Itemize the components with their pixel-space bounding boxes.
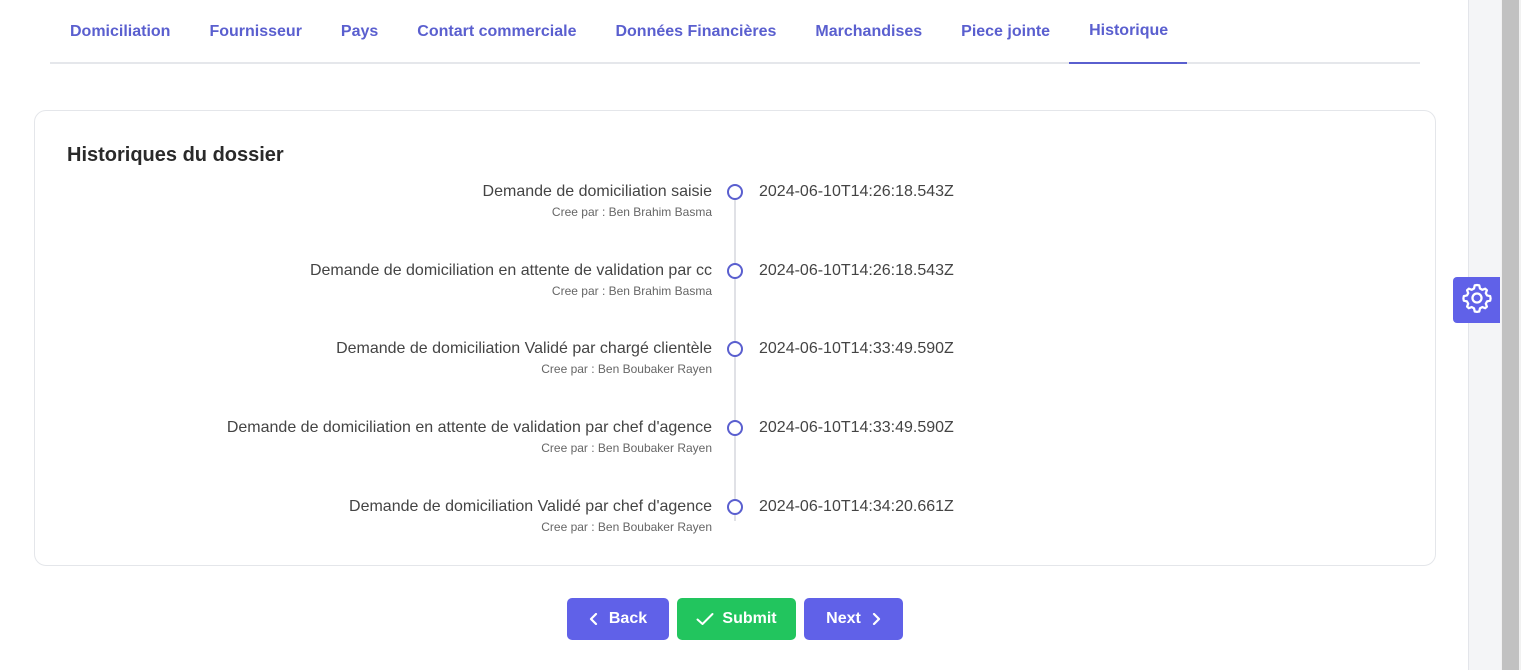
timeline-event: Demande de domiciliation en attente de v…: [35, 418, 1435, 462]
timeline-dot: [727, 184, 743, 200]
tab-domiciliation[interactable]: Domiciliation: [50, 0, 189, 64]
event-created-by: Cree par : Ben Boubaker Rayen: [541, 520, 712, 534]
tab-donnees-financieres[interactable]: Données Financières: [595, 0, 795, 64]
submit-button[interactable]: Submit: [677, 598, 796, 640]
timeline-event: Demande de domiciliation Validé par char…: [35, 339, 1435, 383]
timeline-dot: [727, 341, 743, 357]
next-button[interactable]: Next: [804, 598, 903, 640]
history-title: Historiques du dossier: [67, 144, 284, 166]
event-created-by: Cree par : Ben Boubaker Rayen: [541, 441, 712, 455]
tab-fournisseur[interactable]: Fournisseur: [189, 0, 320, 64]
submit-label: Submit: [722, 610, 777, 627]
event-date: 2024-06-10T14:34:20.661Z: [759, 498, 954, 515]
main-panel: Domiciliation Fournisseur Pays Contart c…: [0, 0, 1469, 670]
tab-bar: Domiciliation Fournisseur Pays Contart c…: [50, 0, 1420, 64]
event-title: Demande de domiciliation saisie: [482, 183, 712, 200]
tab-piece-jointe[interactable]: Piece jointe: [941, 0, 1069, 64]
timeline-event: Demande de domiciliation saisie Cree par…: [35, 182, 1435, 226]
chevron-left-icon: [589, 613, 599, 625]
gear-icon: [1460, 281, 1494, 320]
event-text: Demande de domiciliation Validé par chef…: [349, 497, 712, 536]
event-created-by: Cree par : Ben Brahim Basma: [551, 284, 712, 298]
event-date: 2024-06-10T14:33:49.590Z: [759, 419, 954, 436]
tab-marchandises[interactable]: Marchandises: [795, 0, 941, 64]
timeline-dot: [727, 263, 743, 279]
event-title: Demande de domiciliation en attente de v…: [226, 419, 712, 436]
event-date: 2024-06-10T14:26:18.543Z: [759, 262, 954, 279]
event-title: Demande de domiciliation Validé par char…: [336, 340, 712, 357]
next-label: Next: [826, 610, 861, 627]
event-title: Demande de domiciliation en attente de v…: [309, 262, 712, 279]
event-text: Demande de domiciliation en attente de v…: [227, 418, 712, 457]
event-created-by: Cree par : Ben Brahim Basma: [551, 205, 712, 219]
chevron-right-icon: [871, 613, 881, 625]
tab-pays[interactable]: Pays: [321, 0, 397, 64]
event-created-by: Cree par : Ben Boubaker Rayen: [541, 362, 712, 376]
event-title: Demande de domiciliation Validé par chef…: [349, 498, 712, 515]
event-text: Demande de domiciliation Validé par char…: [336, 339, 712, 378]
history-card: Historiques du dossier Demande de domici…: [34, 110, 1436, 566]
event-date: 2024-06-10T14:26:18.543Z: [759, 183, 954, 200]
event-text: Demande de domiciliation en attente de v…: [310, 261, 712, 300]
back-button[interactable]: Back: [567, 598, 669, 640]
check-icon: [696, 612, 714, 626]
timeline-event: Demande de domiciliation en attente de v…: [35, 261, 1435, 305]
settings-button[interactable]: [1453, 277, 1500, 323]
tab-contart-commerciale[interactable]: Contart commerciale: [397, 0, 595, 64]
timeline-dot: [727, 420, 743, 436]
scrollbar-thumb[interactable]: [1502, 0, 1519, 670]
timeline-event: Demande de domiciliation Validé par chef…: [35, 497, 1435, 541]
back-label: Back: [608, 610, 648, 627]
timeline-dot: [727, 499, 743, 515]
tab-historique[interactable]: Historique: [1069, 0, 1188, 64]
event-date: 2024-06-10T14:33:49.590Z: [759, 340, 954, 357]
event-text: Demande de domiciliation saisie Cree par…: [483, 182, 712, 221]
